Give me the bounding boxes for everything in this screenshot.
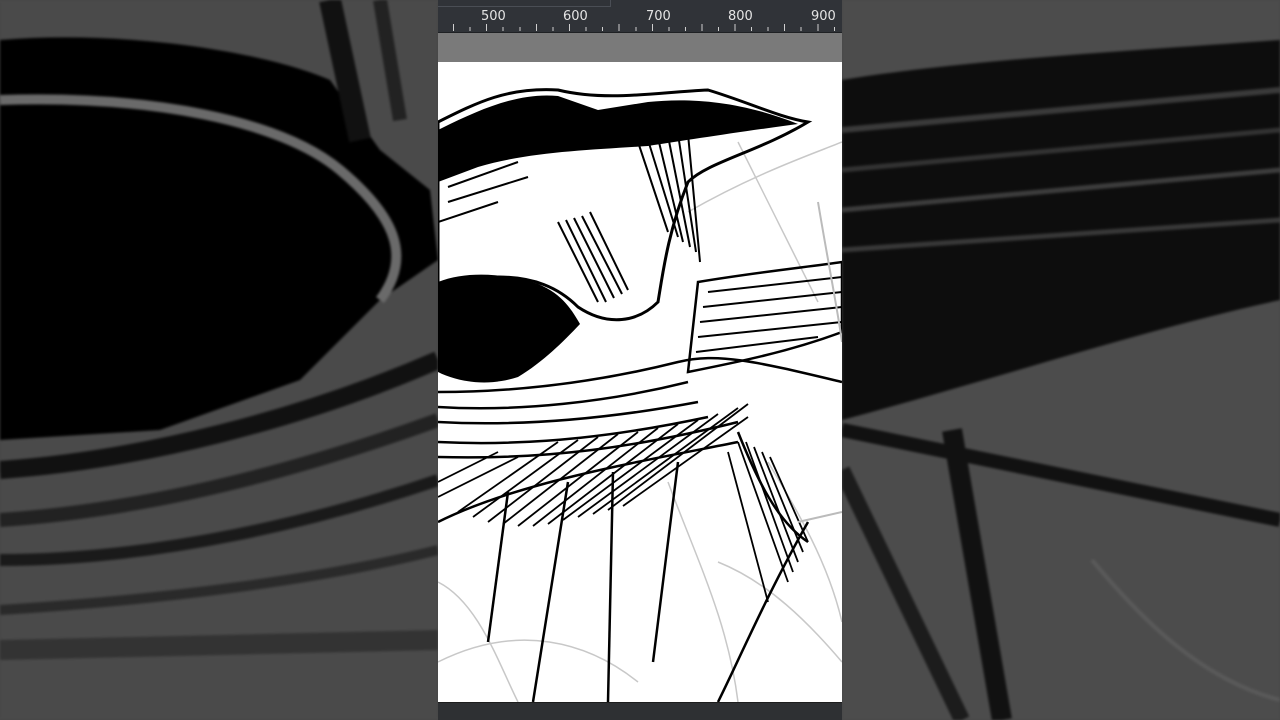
blurred-background-right (842, 0, 1280, 720)
ruler-label-800: 800 (728, 9, 753, 24)
horizontal-ruler[interactable]: 500 600 700 800 900 (438, 0, 842, 33)
ruler-label-600: 600 (563, 9, 588, 24)
drawing-app-window: 500 600 700 800 900 (438, 0, 842, 720)
ink-sketch-artwork (438, 88, 842, 702)
ruler-label-900: 900 (811, 9, 836, 24)
ruler-label-700: 700 (646, 9, 671, 24)
workspace-background (438, 33, 842, 62)
canvas-bottom-edge (438, 702, 842, 720)
ruler-label-500: 500 (481, 9, 506, 24)
drawing-canvas[interactable] (438, 62, 842, 702)
blurred-background-left (0, 0, 438, 720)
